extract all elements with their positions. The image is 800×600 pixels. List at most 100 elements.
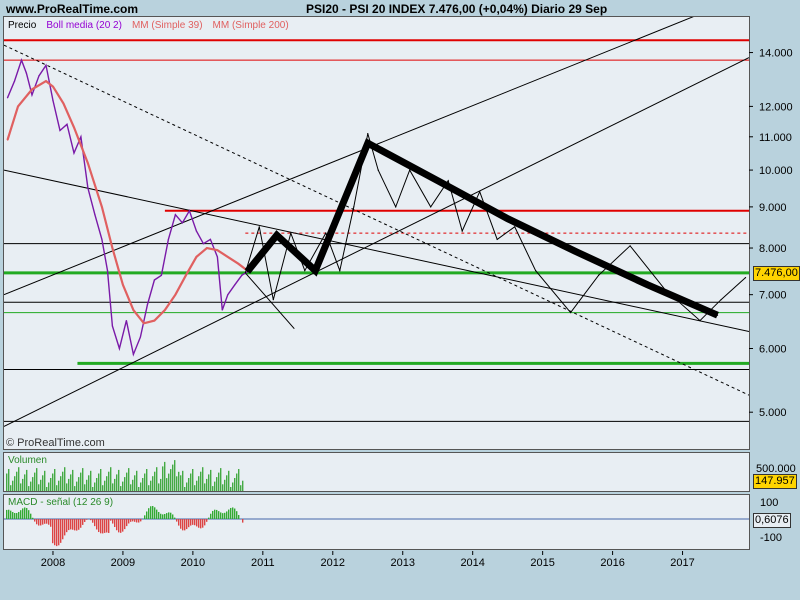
volume-bar	[200, 471, 202, 491]
x-tick-label-8: 2016	[600, 557, 624, 569]
series-ma200-point-18	[206, 247, 208, 249]
series-price-point-11	[80, 136, 82, 138]
series-projection-point-5	[507, 218, 509, 220]
series-price-point-9	[66, 123, 68, 125]
macd-bar	[118, 519, 120, 533]
volume-bar	[78, 477, 80, 491]
volume-bar	[48, 482, 50, 491]
volume-bar	[102, 485, 104, 491]
volume-bar	[122, 481, 124, 491]
volume-bar	[74, 486, 76, 491]
series-projection-point-1	[276, 234, 278, 236]
macd-bar	[204, 519, 206, 526]
volume-bar	[72, 469, 74, 491]
volume-bar	[218, 472, 220, 491]
macd-bar	[238, 514, 240, 519]
volume-bar	[6, 473, 8, 491]
series-price-point-6	[45, 64, 47, 66]
series-zigzag-point-13	[447, 180, 449, 182]
volume-bar	[228, 470, 230, 491]
volume-bar	[42, 475, 44, 491]
volume-bar	[32, 477, 34, 491]
volume-bar	[58, 480, 60, 491]
x-tick-label-9: 2017	[670, 557, 694, 569]
volume-bar	[186, 482, 188, 491]
macd-bar	[164, 513, 166, 519]
macd-bar	[196, 519, 198, 527]
series-price-point-0	[6, 97, 9, 99]
volume-bar	[22, 478, 24, 491]
macd-bar	[24, 507, 26, 519]
y-tick-label-6: 7.000	[759, 290, 787, 302]
series-projection-point-4	[437, 180, 439, 182]
volume-bar	[60, 476, 62, 491]
macd-tick-2: -100	[760, 532, 782, 544]
series-zigzag-point-9	[377, 169, 379, 171]
macd-bar	[22, 508, 24, 519]
volume-bar	[204, 483, 206, 491]
x-tick-label-5: 2013	[390, 557, 414, 569]
volume-bar	[106, 476, 108, 491]
y-tick-label-2: 11.000	[759, 132, 792, 144]
macd-bar	[176, 519, 178, 522]
series-price-point-7	[52, 100, 54, 102]
macd-bar	[128, 519, 130, 524]
series-zigzag-point-20	[598, 274, 600, 276]
volume-bar	[26, 469, 28, 491]
series-ma200-point-8	[101, 206, 103, 208]
volume-bar	[94, 482, 96, 491]
volume-bar	[182, 470, 184, 491]
macd-bar	[102, 519, 104, 534]
macd-bar	[100, 519, 102, 534]
volume-bar	[38, 484, 40, 491]
volume-bar	[112, 483, 114, 491]
volume-bar	[24, 474, 26, 491]
macd-bar	[144, 515, 146, 519]
macd-bar	[206, 519, 208, 522]
series-price-point-31	[216, 256, 218, 258]
volume-bar	[160, 478, 162, 491]
volume-bar	[118, 469, 120, 491]
macd-bar	[106, 519, 108, 533]
series-projection-point-0	[246, 270, 249, 273]
x-tick-label-3: 2011	[251, 557, 275, 569]
volume-bar	[214, 481, 216, 491]
volume-bar	[184, 487, 186, 491]
macd-bar	[208, 517, 210, 519]
volume-bar	[66, 483, 68, 491]
series-price-point-2	[20, 59, 23, 61]
series-price	[6, 58, 248, 357]
macd-bar	[6, 509, 8, 519]
macd-bar	[108, 519, 110, 533]
chart-svg: 14.000 12.000 11.000 10.000 9.000 8.000 7.000 6…	[4, 17, 796, 569]
series-price-point-1	[13, 80, 16, 82]
volume-bar	[198, 476, 200, 491]
macd-bar	[104, 519, 106, 533]
volume-bar	[226, 475, 228, 491]
series-zigzag-point-3	[290, 232, 292, 234]
volume-bar	[230, 487, 232, 491]
macd-bar	[98, 519, 100, 533]
macd-bar	[86, 519, 88, 520]
volume-bar	[18, 467, 20, 491]
macd-bar	[16, 513, 18, 519]
series-price-point-24	[167, 238, 169, 241]
macd-bar	[30, 513, 32, 519]
macd-bar	[38, 519, 40, 526]
volume-bar	[40, 479, 42, 491]
macd-bar	[126, 519, 128, 527]
series-zigzag-point-16	[496, 238, 498, 241]
series-price-point-30	[209, 238, 211, 241]
series-zigzag-point-25	[744, 277, 747, 279]
macd-bar	[36, 519, 38, 525]
macd-bar	[162, 514, 164, 519]
volume-bar	[36, 468, 38, 491]
series-zigzag-point-8	[367, 133, 369, 135]
macd-bar	[134, 519, 136, 522]
series-zigzag-point-17	[514, 226, 516, 228]
y-tick-label-3: 10.000	[759, 165, 793, 177]
volume-bar	[172, 464, 174, 491]
macd-tick-0: 100	[760, 497, 778, 509]
series-price-point-21	[146, 304, 149, 306]
x-tick-label-0: 2008	[41, 557, 65, 569]
